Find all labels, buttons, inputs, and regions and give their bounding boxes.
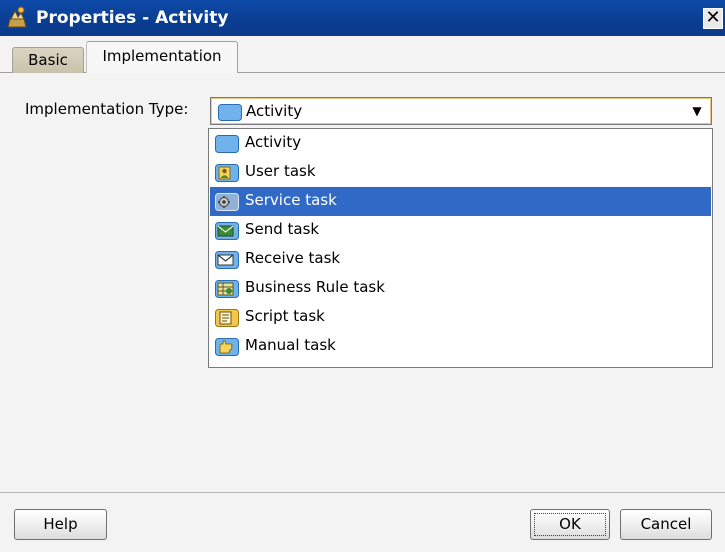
service-task-icon [215, 193, 239, 211]
tab-basic-label: Basic [28, 51, 68, 69]
chevron-down-icon[interactable]: ▼ [687, 101, 707, 121]
tab-implementation-label: Implementation [102, 47, 222, 65]
cancel-button[interactable]: Cancel [620, 509, 712, 540]
dropdown-option-label: Send task [245, 220, 320, 238]
dropdown-option-script-task[interactable]: Script task [210, 303, 711, 332]
implementation-type-value: Activity [246, 102, 303, 120]
receive-task-icon [215, 251, 239, 269]
implementation-type-dropdown[interactable]: Activity User task Service task Send tas… [208, 128, 713, 368]
dropdown-option-receive-task[interactable]: Receive task [210, 245, 711, 274]
tab-implementation[interactable]: Implementation [86, 41, 238, 73]
dropdown-option-send-task[interactable]: Send task [210, 216, 711, 245]
dropdown-option-activity[interactable]: Activity [210, 129, 711, 158]
dropdown-option-label: Service task [245, 191, 337, 209]
dropdown-option-label: Activity [245, 133, 302, 151]
properties-app-icon [7, 6, 27, 28]
close-button[interactable]: ✕ [703, 8, 723, 29]
footer-divider [0, 492, 725, 493]
help-button-label: Help [43, 515, 78, 533]
activity-icon [218, 104, 242, 121]
dropdown-option-user-task[interactable]: User task [210, 158, 711, 187]
script-task-icon [215, 309, 239, 327]
properties-dialog: Properties - Activity ✕ Basic Implementa… [0, 0, 725, 552]
dropdown-option-label: User task [245, 162, 316, 180]
dropdown-option-business-rule-task[interactable]: Business Rule task [210, 274, 711, 303]
dropdown-option-label: Manual task [245, 336, 336, 354]
business-rule-task-icon [215, 280, 239, 298]
manual-task-icon [215, 338, 239, 356]
active-tab-join [87, 72, 237, 74]
cancel-button-label: Cancel [640, 515, 692, 533]
activity-icon [215, 135, 239, 153]
user-task-icon [215, 164, 239, 182]
title-bar[interactable]: Properties - Activity ✕ [0, 0, 725, 36]
implementation-type-select[interactable]: Activity ▼ [210, 97, 712, 125]
tab-basic[interactable]: Basic [12, 47, 84, 73]
focus-ring [534, 513, 606, 536]
help-button[interactable]: Help [14, 509, 107, 540]
implementation-type-label: Implementation Type: [25, 100, 189, 118]
dropdown-option-label: Business Rule task [245, 278, 385, 296]
close-icon: ✕ [705, 7, 721, 28]
dialog-title: Properties - Activity [36, 8, 229, 28]
dropdown-option-service-task[interactable]: Service task [210, 187, 711, 216]
dropdown-option-label: Receive task [245, 249, 341, 267]
dropdown-option-manual-task[interactable]: Manual task [210, 332, 711, 361]
ok-button[interactable]: OK [530, 509, 610, 540]
dropdown-option-label: Script task [245, 307, 325, 325]
send-task-icon [215, 222, 239, 240]
